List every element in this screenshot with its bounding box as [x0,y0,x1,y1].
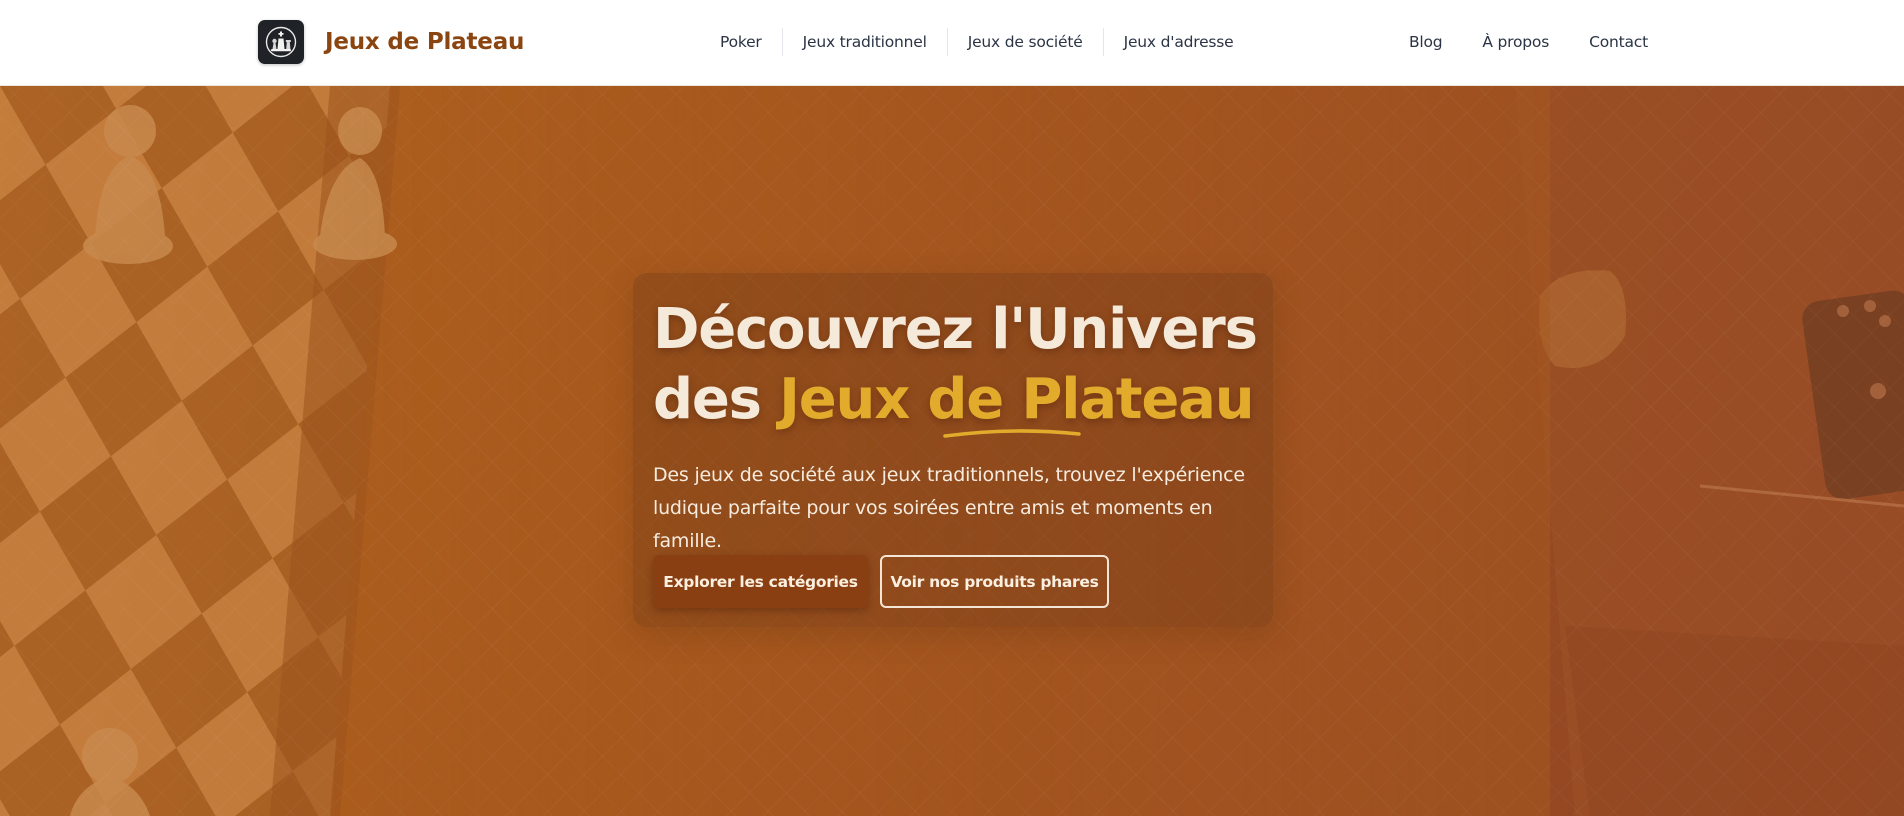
explore-categories-button[interactable]: Explorer les catégories [653,555,868,608]
hero-section: Découvrez l'Univers des Jeux de Plateau … [0,86,1904,816]
nav-link-contact[interactable]: Contact [1589,28,1648,56]
chess-pieces-icon [258,20,304,64]
home-logo-link[interactable]: Jeux de Plateau [258,20,524,64]
nav-link-blog[interactable]: Blog [1409,28,1443,56]
hero-title-accent: Jeux de Plateau [779,367,1255,432]
hero-title-line1: Découvrez l'Univers [653,297,1258,362]
nav-link-jeux-de-societe[interactable]: Jeux de société [946,28,1103,56]
main-nav: Poker Jeux traditionnel Jeux de société … [700,28,1254,56]
hero-subtitle: Des jeux de société aux jeux traditionne… [653,464,1245,552]
featured-products-button[interactable]: Voir nos produits phares [880,555,1109,608]
site-header: Jeux de Plateau Poker Jeux traditionnel … [0,0,1904,86]
hero-title: Découvrez l'Univers des Jeux de Plateau [653,295,1273,435]
hero-title-prefix: des [653,367,780,432]
secondary-nav: Blog À propos Contact [1369,28,1648,56]
accent-underline-decoration [943,429,1081,438]
nav-link-jeux-traditionnel[interactable]: Jeux traditionnel [781,28,947,56]
site-title: Jeux de Plateau [325,29,525,55]
nav-link-jeux-d-adresse[interactable]: Jeux d'adresse [1102,28,1254,56]
nav-link-poker[interactable]: Poker [700,28,782,56]
nav-link-a-propos[interactable]: À propos [1482,28,1549,56]
hero-card: Découvrez l'Univers des Jeux de Plateau … [633,273,1273,627]
